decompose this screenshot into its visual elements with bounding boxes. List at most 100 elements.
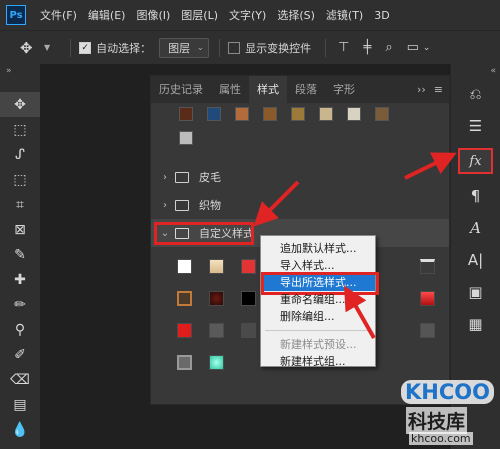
menu-bar: Ps 文件(F) 编辑(E) 图像(I) 图层(L) 文字(Y) 选择(S) 滤…: [0, 0, 500, 30]
style-swatch[interactable]: [241, 290, 256, 306]
lasso-tool-icon[interactable]: ᔑ: [0, 142, 40, 167]
options-bar: ✥ ▼ ✓ 自动选择： 图层 ⌄ 显示变换控件 ⊤ ╪ ⌕ ▭ ⌄: [0, 30, 500, 64]
tab-glyphs[interactable]: 字形: [325, 76, 363, 103]
show-transform-label: 显示变换控件: [245, 41, 312, 55]
style-swatch[interactable]: [235, 107, 249, 121]
style-swatch[interactable]: [177, 258, 192, 274]
brush-tool-icon[interactable]: ✏: [0, 292, 40, 317]
collapse-icon[interactable]: »: [0, 64, 40, 78]
menu-item-rename-group[interactable]: 重命名编组...: [261, 291, 375, 308]
style-swatch[interactable]: [420, 290, 435, 306]
search-icon[interactable]: ⌕: [385, 40, 392, 55]
panel-controls: ›› ≡: [417, 76, 443, 103]
layer-select-dropdown[interactable]: 图层 ⌄: [159, 37, 210, 58]
blur-tool-icon[interactable]: 💧: [0, 417, 40, 442]
watermark-url: khcoo.com: [409, 432, 473, 445]
chevron-down-icon[interactable]: ▼: [44, 43, 50, 52]
menu-3d[interactable]: 3D: [374, 9, 389, 22]
style-swatch[interactable]: [241, 322, 256, 338]
swatches-icon[interactable]: ▣: [451, 276, 500, 308]
frame-tool-icon[interactable]: ⊠: [0, 217, 40, 242]
workspace-icon[interactable]: ▭: [407, 40, 419, 55]
menu-edit[interactable]: 编辑(E): [88, 7, 126, 23]
style-swatch[interactable]: [209, 354, 224, 370]
menu-file[interactable]: 文件(F): [40, 7, 77, 23]
glyphs-icon[interactable]: A: [451, 212, 500, 244]
style-swatch[interactable]: [177, 354, 192, 370]
style-swatch[interactable]: [420, 322, 435, 338]
tab-properties[interactable]: 属性: [211, 76, 249, 103]
style-swatch[interactable]: [263, 107, 277, 121]
history-brush-tool-icon[interactable]: ✐: [0, 342, 40, 367]
style-swatch[interactable]: [209, 258, 224, 274]
divider: [219, 38, 221, 57]
style-swatch[interactable]: [291, 107, 305, 121]
chevron-down-icon[interactable]: ⌄: [423, 43, 431, 53]
style-swatch[interactable]: [319, 107, 333, 121]
tools-panel: » ✥ ⬚ ᔑ ⬚ ⌗ ⊠ ✎ ✚ ✏ ⚲ ✐ ⌫ ▤ 💧: [0, 64, 40, 449]
style-swatch[interactable]: [177, 290, 192, 306]
style-swatch[interactable]: [207, 107, 221, 121]
watermark-logo: KHCOO: [401, 380, 494, 404]
gradient-tool-icon[interactable]: ▤: [0, 392, 40, 417]
character-icon[interactable]: A|: [451, 244, 500, 276]
menu-item-export-selected-styles[interactable]: 导出所选样式...: [261, 272, 379, 295]
menu-select[interactable]: 选择(S): [277, 7, 315, 23]
style-group-fur[interactable]: › 皮毛: [151, 163, 449, 191]
show-transform-checkbox[interactable]: [228, 41, 241, 54]
style-swatch-row: [151, 127, 449, 157]
auto-select-label: 自动选择：: [96, 41, 152, 55]
style-swatch[interactable]: [177, 322, 192, 338]
style-swatch[interactable]: [209, 290, 224, 306]
menu-item-new-style-group[interactable]: 新建样式组...: [261, 353, 375, 370]
auto-select-checkbox[interactable]: ✓: [79, 41, 92, 54]
photoshop-logo[interactable]: Ps: [6, 5, 26, 25]
folder-icon: [175, 171, 189, 183]
adjustments-icon[interactable]: ☰: [451, 110, 500, 142]
tab-styles[interactable]: 样式: [249, 76, 287, 103]
align-vertical-center-icon[interactable]: ╪: [363, 40, 371, 55]
expand-icon[interactable]: ››: [417, 83, 426, 96]
style-swatch[interactable]: [375, 107, 389, 121]
panel-tabs: 历史记录 属性 样式 段落 字形 ›› ≡: [151, 76, 449, 103]
marquee-tool-icon[interactable]: ⬚: [0, 117, 40, 142]
crop-tool-icon[interactable]: ⌗: [0, 192, 40, 217]
style-swatch[interactable]: [179, 131, 193, 145]
tab-paragraph[interactable]: 段落: [287, 76, 325, 103]
fx-icon[interactable]: fx: [458, 148, 493, 174]
eraser-tool-icon[interactable]: ⌫: [0, 367, 40, 392]
align-top-icon[interactable]: ⊤: [338, 40, 349, 55]
menu-type[interactable]: 文字(Y): [229, 7, 266, 23]
chevron-right-icon: ›: [163, 171, 167, 183]
eyedropper-tool-icon[interactable]: ✎: [0, 242, 40, 267]
style-swatch[interactable]: [179, 107, 193, 121]
menu-item-delete-group[interactable]: 删除编组...: [261, 308, 375, 325]
menu-filter[interactable]: 滤镜(T): [326, 7, 363, 23]
move-tool-icon[interactable]: ✥: [20, 39, 46, 57]
folder-open-icon: [175, 227, 189, 239]
watermark-brand: 科技库: [406, 407, 468, 434]
menu-item-new-style-preset: 新建样式预设...: [280, 338, 357, 351]
layer-select-value: 图层: [168, 41, 191, 55]
style-swatch[interactable]: [241, 258, 256, 274]
divider: [70, 38, 72, 57]
history-icon[interactable]: ⎌: [451, 78, 500, 110]
layers-icon[interactable]: ▦: [451, 308, 500, 340]
chevron-down-icon: ⌄: [196, 42, 205, 53]
quick-select-tool-icon[interactable]: ⬚: [0, 167, 40, 192]
style-swatch[interactable]: [209, 322, 224, 338]
style-swatch[interactable]: [420, 258, 435, 274]
menu-layer[interactable]: 图层(L): [181, 7, 218, 23]
move-tool-icon[interactable]: ✥: [0, 92, 40, 117]
healing-brush-tool-icon[interactable]: ✚: [0, 267, 40, 292]
tab-history[interactable]: 历史记录: [151, 76, 211, 103]
menu-separator: [265, 330, 371, 331]
menu-image[interactable]: 图像(I): [136, 7, 170, 23]
collapse-icon[interactable]: «: [451, 64, 500, 78]
style-group-fabric[interactable]: › 织物: [151, 191, 449, 219]
menu-item-append-default-styles[interactable]: 追加默认样式...: [261, 240, 375, 257]
style-swatch[interactable]: [347, 107, 361, 121]
panel-menu-icon[interactable]: ≡: [434, 83, 443, 96]
clone-stamp-tool-icon[interactable]: ⚲: [0, 317, 40, 342]
paragraph-icon[interactable]: ¶: [451, 180, 500, 212]
